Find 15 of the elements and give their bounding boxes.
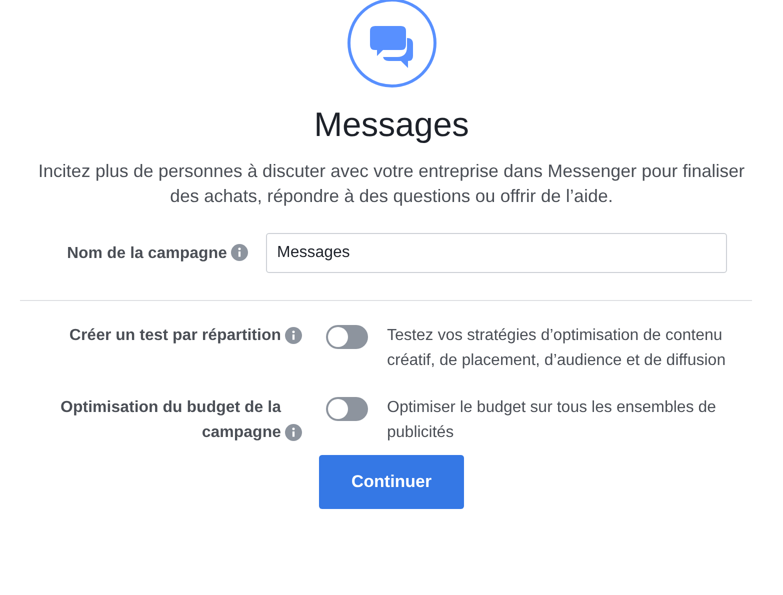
- chat-bubbles-icon: [346, 0, 436, 88]
- campaign-name-field[interactable]: Messages: [266, 233, 727, 273]
- continue-button[interactable]: Continuer: [319, 455, 464, 509]
- toggle-switch[interactable]: [326, 325, 368, 349]
- option-label: Créer un test par répartition: [69, 326, 281, 346]
- info-icon[interactable]: [285, 424, 302, 441]
- option-label: Optimisation du budget de la campagne: [60, 398, 281, 443]
- option-description: Testez vos stratégies d’optimisation de contenu créatif, de placement, d’audience et de diffusion: [387, 326, 727, 371]
- info-icon[interactable]: [231, 244, 248, 260]
- page-title: Messages: [314, 106, 469, 145]
- info-icon[interactable]: [285, 327, 302, 344]
- option-description: Optimiser le budget sur tous les ensembles de publicités: [387, 398, 718, 443]
- toggle-switch[interactable]: [326, 397, 368, 421]
- description: Incitez plus de personnes à discuter avec votre entreprise dans Messenger pour finaliser des achats, répondre à des questions ou offrir de l’aide.: [37, 160, 746, 208]
- field-label: Nom de la campagne: [66, 244, 227, 262]
